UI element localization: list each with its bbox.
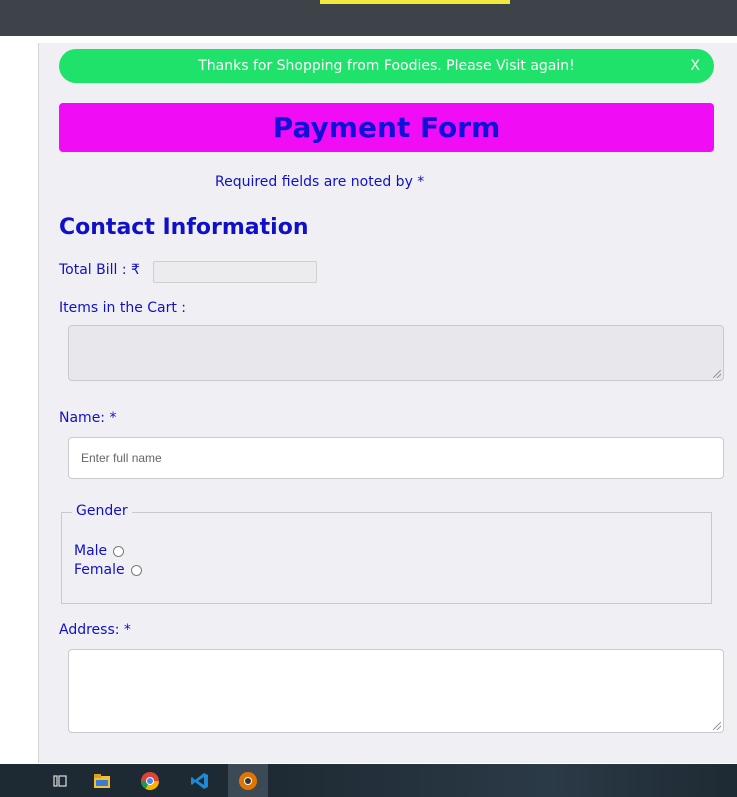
gender-option-label: Female	[74, 562, 125, 578]
payment-page: Thanks for Shopping from Foodies. Please…	[38, 43, 737, 763]
cart-items-textarea[interactable]	[68, 325, 724, 381]
banner-message: Thanks for Shopping from Foodies. Please…	[198, 58, 575, 74]
gender-fieldset: Gender Male Female	[61, 503, 712, 604]
resize-grip-icon[interactable]	[713, 370, 721, 378]
name-input[interactable]: Enter full name	[68, 437, 724, 479]
thank-you-banner: Thanks for Shopping from Foodies. Please…	[59, 49, 714, 83]
total-bill-input[interactable]	[153, 261, 317, 283]
required-note: Required fields are noted by *	[215, 174, 425, 190]
page-title: Payment Form	[59, 103, 714, 152]
browser-top-bar	[0, 0, 737, 36]
address-textarea[interactable]	[68, 649, 724, 733]
gender-option-label: Male	[74, 543, 108, 559]
gender-option-female[interactable]: Female	[74, 562, 142, 578]
name-label: Name: *	[59, 410, 117, 426]
gender-option-male[interactable]: Male	[74, 543, 125, 559]
task-view-icon[interactable]	[40, 764, 80, 797]
section-title: Contact Information	[59, 215, 309, 240]
top-accent-strip	[320, 0, 510, 4]
female-radio[interactable]	[130, 564, 142, 576]
banner-close-button[interactable]: X	[690, 49, 700, 83]
gender-legend: Gender	[72, 503, 132, 519]
cart-label: Items in the Cart :	[59, 300, 187, 316]
windows-taskbar	[0, 764, 737, 797]
resize-grip-icon[interactable]	[713, 722, 721, 730]
total-bill-label: Total Bill : ₹	[59, 262, 140, 278]
vscode-icon[interactable]	[180, 764, 220, 797]
address-label: Address: *	[59, 622, 131, 638]
file-explorer-icon[interactable]	[82, 764, 122, 797]
chrome-icon[interactable]	[130, 764, 170, 797]
chrome-canary-icon[interactable]	[228, 764, 268, 797]
taskbar-empty-area	[268, 764, 737, 797]
male-radio[interactable]	[113, 545, 125, 557]
